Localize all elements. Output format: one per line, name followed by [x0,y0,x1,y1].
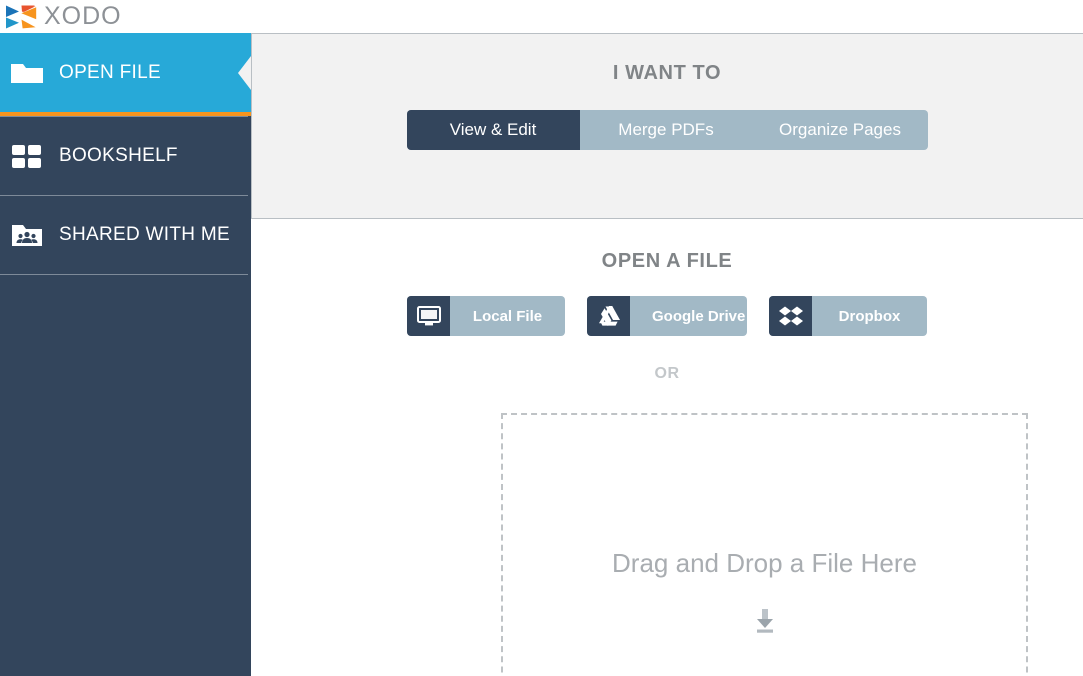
tab-view-and-edit[interactable]: View & Edit [407,110,580,150]
dropbox-label: Dropbox [812,308,927,325]
want-to-panel: I WANT TO View & Edit Merge PDFs Organiz… [251,33,1083,219]
dropbox-icon [769,296,812,336]
tab-merge-pdfs[interactable]: Merge PDFs [580,110,753,150]
folder-icon [10,59,44,87]
dropzone-label: Drag and Drop a File Here [612,548,917,579]
monitor-icon [407,296,450,336]
grid-squares-icon [10,142,44,170]
tab-organize-pages[interactable]: Organize Pages [753,110,928,150]
active-item-notch [238,56,251,90]
sidebar-item-label-bookshelf: BOOKSHELF [59,145,178,167]
brand-logo[interactable]: XODO [0,0,122,33]
sidebar-item-label-open-file: OPEN FILE [59,62,161,84]
sidebar: OPEN FILE BOOKSHELF [0,33,251,676]
open-file-panel: OPEN A FILE Local File [251,220,1083,676]
want-to-title: I WANT TO [251,62,1083,85]
want-to-segmented-control: View & Edit Merge PDFs Organize Pages [251,110,1083,150]
sidebar-item-open-file[interactable]: OPEN FILE [0,33,251,116]
local-file-label: Local File [450,308,565,325]
sidebar-item-shared-with-me[interactable]: SHARED WITH ME [0,196,251,274]
shared-folder-people-icon [10,221,44,249]
google-drive-icon [587,296,630,336]
download-arrow-icon [750,605,780,640]
file-dropzone[interactable]: Drag and Drop a File Here [501,413,1028,676]
sidebar-item-label-shared-with-me: SHARED WITH ME [59,224,230,246]
xodo-logo-icon [4,4,38,30]
xodo-app-window: XODO OPEN FILE BOOKSHELF [0,0,1083,676]
sidebar-item-bookshelf[interactable]: BOOKSHELF [0,117,251,195]
sidebar-divider-3 [0,274,248,275]
or-separator-label: OR [251,365,1083,383]
sidebar-right-border [251,33,252,219]
dropbox-button[interactable]: Dropbox [769,296,927,336]
local-file-button[interactable]: Local File [407,296,565,336]
google-drive-button[interactable]: Google Drive [587,296,747,336]
open-file-title: OPEN A FILE [251,250,1083,273]
main-content: I WANT TO View & Edit Merge PDFs Organiz… [251,0,1083,676]
google-drive-label: Google Drive [630,308,747,325]
file-source-buttons: Local File [251,296,1083,336]
brand-name: XODO [44,4,122,29]
